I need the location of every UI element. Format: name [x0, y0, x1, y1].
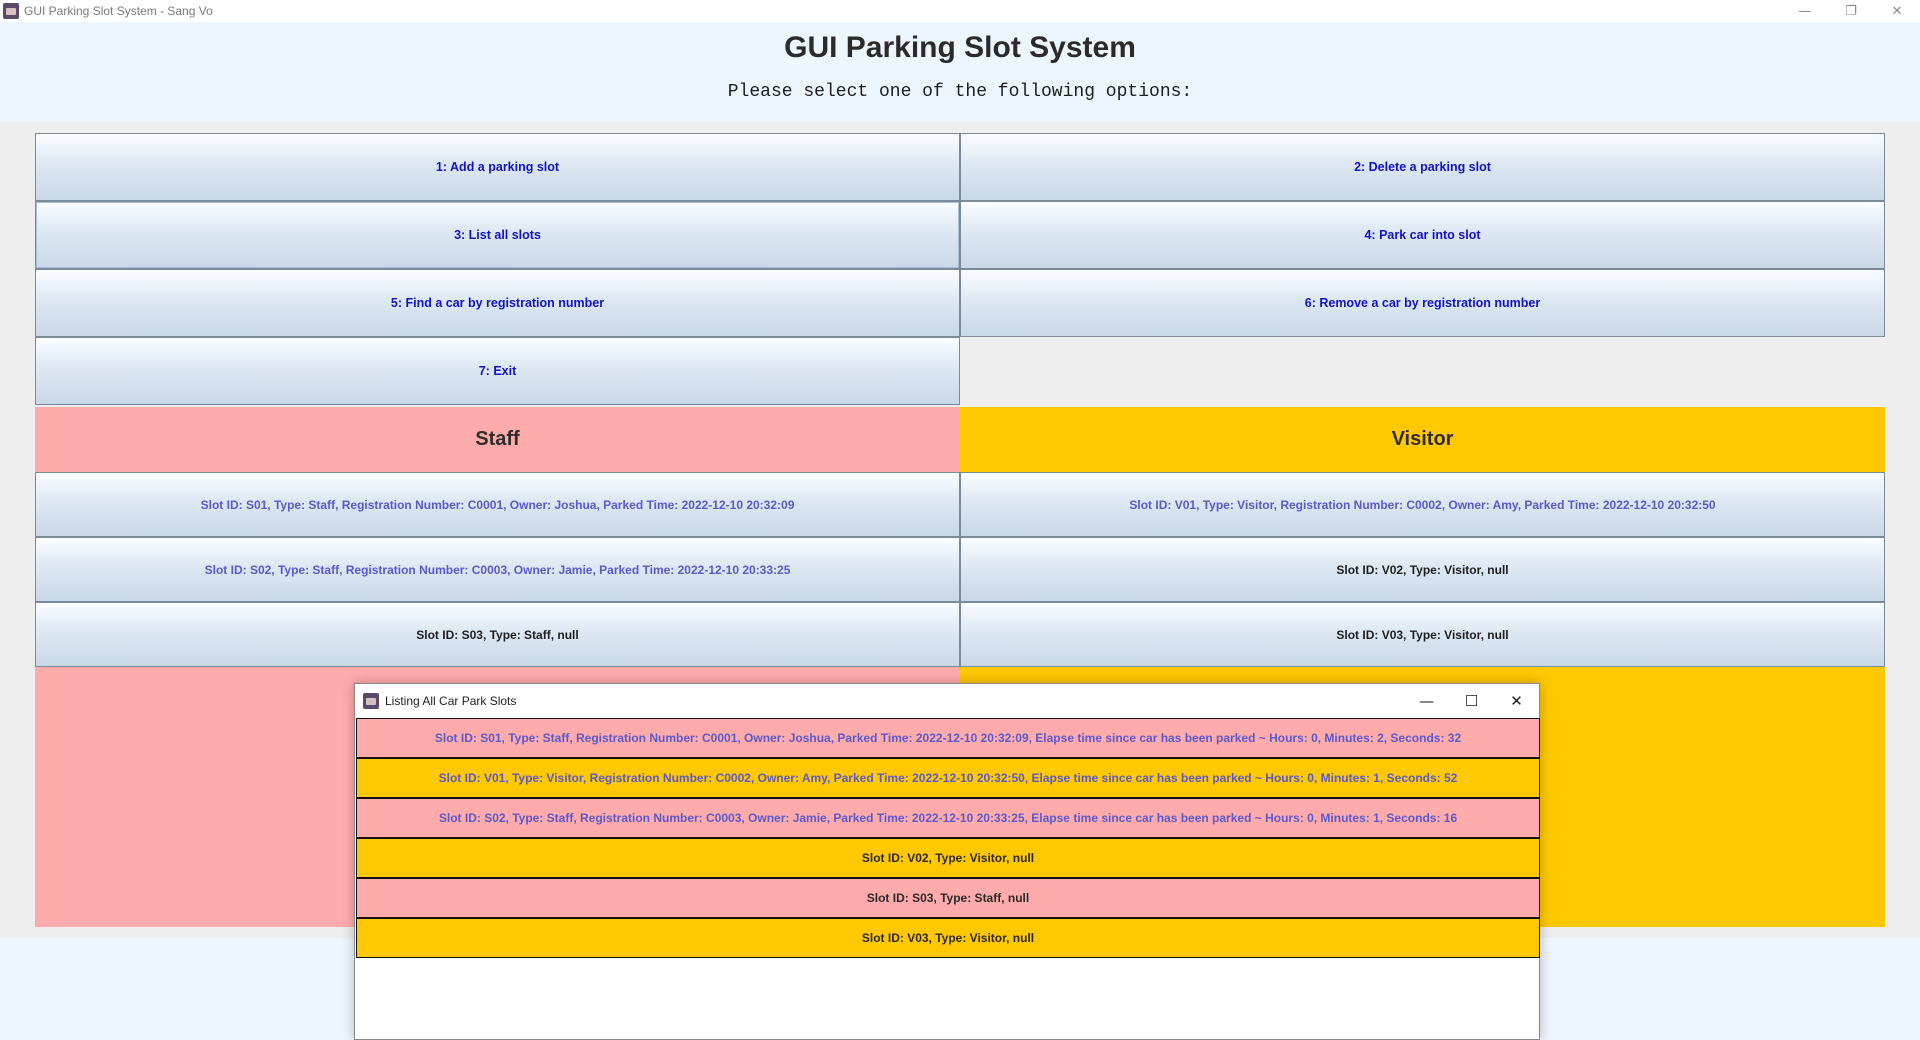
- staff-heading: Staff: [35, 407, 960, 472]
- visitor-heading: Visitor: [960, 407, 1885, 472]
- list-item: Slot ID: V03, Type: Visitor, null: [356, 918, 1540, 958]
- dialog-controls: — ☐ ✕: [1404, 684, 1539, 718]
- delete-slot-button[interactable]: 2: Delete a parking slot: [960, 133, 1885, 201]
- exit-button[interactable]: 7: Exit: [35, 337, 960, 405]
- page-subtitle: Please select one of the following optio…: [727, 82, 1193, 102]
- add-slot-button[interactable]: 1: Add a parking slot: [35, 133, 960, 201]
- list-item: Slot ID: S03, Type: Staff, null: [356, 878, 1540, 918]
- visitor-slot-v01[interactable]: Slot ID: V01, Type: Visitor, Registratio…: [960, 472, 1885, 537]
- close-icon[interactable]: ✕: [1874, 0, 1920, 22]
- header: GUI Parking Slot System Please select on…: [0, 22, 1920, 122]
- staff-slot-s01[interactable]: Slot ID: S01, Type: Staff, Registration …: [35, 472, 960, 537]
- window-titlebar: GUI Parking Slot System - Sang Vo — ❐ ✕: [0, 0, 1920, 22]
- page-title: GUI Parking Slot System: [784, 31, 1136, 64]
- list-item: Slot ID: S02, Type: Staff, Registration …: [356, 798, 1540, 838]
- find-car-button[interactable]: 5: Find a car by registration number: [35, 269, 960, 337]
- list-item: Slot ID: V02, Type: Visitor, null: [356, 838, 1540, 878]
- dialog-titlebar: Listing All Car Park Slots — ☐ ✕: [355, 684, 1539, 718]
- app-icon: [3, 3, 19, 19]
- staff-slot-s03[interactable]: Slot ID: S03, Type: Staff, null: [35, 602, 960, 667]
- remove-car-button[interactable]: 6: Remove a car by registration number: [960, 269, 1885, 337]
- maximize-icon[interactable]: ☐: [1449, 684, 1494, 718]
- minimize-icon[interactable]: —: [1782, 0, 1828, 22]
- dialog-app-icon: [363, 693, 379, 709]
- minimize-icon[interactable]: —: [1404, 684, 1449, 718]
- list-item: Slot ID: V01, Type: Visitor, Registratio…: [356, 758, 1540, 798]
- visitor-slot-v02[interactable]: Slot ID: V02, Type: Visitor, null: [960, 537, 1885, 602]
- window-title: GUI Parking Slot System - Sang Vo: [24, 4, 213, 18]
- dialog-slot-list: Slot ID: S01, Type: Staff, Registration …: [356, 718, 1540, 958]
- list-slots-button[interactable]: 3: List all slots: [35, 201, 960, 269]
- close-icon[interactable]: ✕: [1494, 684, 1539, 718]
- restore-icon[interactable]: ❐: [1828, 0, 1874, 22]
- list-item: Slot ID: S01, Type: Staff, Registration …: [356, 718, 1540, 758]
- listing-dialog: Listing All Car Park Slots — ☐ ✕ Slot ID…: [354, 683, 1540, 1040]
- dialog-title: Listing All Car Park Slots: [385, 694, 517, 708]
- window-controls: — ❐ ✕: [1782, 0, 1920, 22]
- staff-slot-s02[interactable]: Slot ID: S02, Type: Staff, Registration …: [35, 537, 960, 602]
- visitor-slot-v03[interactable]: Slot ID: V03, Type: Visitor, null: [960, 602, 1885, 667]
- park-car-button[interactable]: 4: Park car into slot: [960, 201, 1885, 269]
